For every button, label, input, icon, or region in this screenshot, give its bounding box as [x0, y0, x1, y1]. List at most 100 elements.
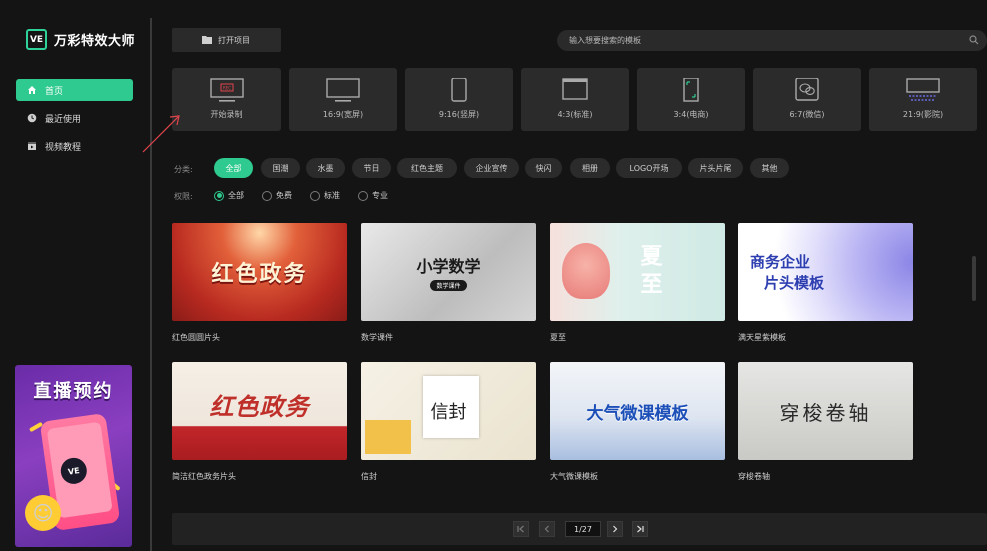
template-thumbnail: 商务企业 片头模板	[738, 223, 913, 321]
tile-label: 21:9(影院)	[902, 110, 944, 119]
sidebar-divider	[150, 18, 152, 551]
ratio-4-3-tile[interactable]: 4:3(标准)	[521, 68, 629, 131]
tile-label: 16:9(宽屏)	[322, 110, 364, 119]
sidebar-item-tutorials[interactable]: 视频教程	[16, 135, 133, 157]
category-chip-flash[interactable]: 快闪	[525, 158, 562, 178]
app-title: 万彩特效大师	[54, 34, 136, 49]
sidebar: VE 万彩特效大师 首页 最近使用 视频教程 直播预约 VE ☺	[0, 0, 150, 551]
category-chip-other[interactable]: 其他	[750, 158, 789, 178]
standard-screen-icon	[562, 78, 588, 100]
category-filter-label: 分类:	[174, 165, 193, 174]
lotus-illustration	[562, 243, 610, 299]
portrait-screen-icon	[451, 78, 467, 102]
app-logo: VE 万彩特效大师	[26, 29, 135, 50]
sidebar-item-label: 视频教程	[45, 142, 82, 153]
tile-label: 开始录制	[210, 110, 243, 119]
tile-label: 3:4(电商)	[673, 110, 709, 119]
template-title: 信封	[361, 472, 377, 481]
template-title: 夏至	[550, 333, 566, 342]
annotation-arrow	[142, 115, 180, 153]
template-title: 红色圆圆片头	[172, 333, 220, 342]
tile-label: 9:16(竖屏)	[438, 110, 480, 119]
category-chip-festival[interactable]: 节日	[352, 158, 391, 178]
template-search-input[interactable]: 输入想要搜索的模板	[557, 30, 987, 51]
video-tutorial-icon	[27, 141, 37, 151]
template-card[interactable]: 大气微课模板 大气微课模板	[550, 362, 725, 482]
home-icon	[27, 85, 37, 95]
template-thumbnail: 小学数学 数学课件	[361, 223, 536, 321]
promo-title: 直播预约	[33, 381, 114, 402]
template-card[interactable]: 小学数学 数学课件 数学课件	[361, 223, 536, 343]
pagination-bar: 1/27	[172, 513, 987, 545]
permission-radio-standard[interactable]: 标准	[310, 190, 340, 201]
template-card[interactable]: 红色政务 简洁红色政务片头	[172, 362, 347, 482]
ecommerce-screen-icon	[683, 78, 699, 102]
radio-selected-icon	[214, 190, 224, 201]
template-title: 穿梭卷轴	[738, 472, 770, 481]
open-project-button[interactable]: 打开项目	[172, 28, 281, 52]
first-page-icon	[517, 525, 524, 533]
envelope-illustration	[365, 420, 411, 454]
sidebar-item-label: 最近使用	[45, 114, 82, 125]
category-chip-all[interactable]: 全部	[214, 158, 253, 178]
first-page-button[interactable]	[513, 521, 529, 537]
ratio-21-9-tile[interactable]: 21:9(影院)	[869, 68, 977, 131]
open-project-label: 打开项目	[218, 35, 250, 45]
template-thumbnail: 夏至	[550, 223, 725, 321]
sidebar-nav: 首页 最近使用 视频教程	[16, 79, 133, 163]
prev-page-button[interactable]	[539, 521, 555, 537]
category-chip-red-theme[interactable]: 红色主题	[397, 158, 457, 178]
permission-radio-pro[interactable]: 专业	[358, 190, 388, 201]
category-chip-ink[interactable]: 水墨	[306, 158, 345, 178]
category-chip-logo-opening[interactable]: LOGO开场	[616, 158, 682, 178]
template-subtitle: 数学课件	[430, 280, 467, 291]
clock-icon	[27, 113, 37, 123]
last-page-button[interactable]	[632, 521, 648, 537]
ratio-6-7-tile[interactable]: 6:7(微信)	[753, 68, 861, 131]
page-indicator[interactable]: 1/27	[565, 521, 601, 537]
svg-text:REC: REC	[222, 86, 230, 91]
search-placeholder: 输入想要搜索的模板	[569, 36, 641, 45]
template-title: 满天星紫模板	[738, 333, 786, 342]
template-thumbnail: 穿梭卷轴	[738, 362, 913, 460]
radio-label: 标准	[324, 191, 340, 200]
ratio-16-9-tile[interactable]: 16:9(宽屏)	[289, 68, 397, 131]
permission-radio-all[interactable]: 全部	[214, 190, 244, 201]
template-thumbnail: 红色政务	[172, 223, 347, 321]
live-booking-banner[interactable]: 直播预约 VE ☺	[15, 365, 132, 547]
folder-icon	[202, 35, 212, 46]
template-title: 大气微课模板	[550, 472, 598, 481]
template-card[interactable]: 商务企业 片头模板 满天星紫模板	[738, 223, 913, 343]
template-thumbnail: 大气微课模板	[550, 362, 725, 460]
sidebar-item-recent[interactable]: 最近使用	[16, 107, 133, 129]
chevron-right-icon	[613, 525, 618, 533]
search-icon[interactable]	[969, 35, 979, 45]
tile-label: 6:7(微信)	[789, 110, 825, 119]
template-card[interactable]: 夏至 夏至	[550, 223, 725, 343]
template-card[interactable]: 红色政务 红色圆圆片头	[172, 223, 347, 343]
category-chip-corporate[interactable]: 企业宣传	[464, 158, 519, 178]
radio-label: 免费	[276, 191, 292, 200]
category-chip-guochao[interactable]: 国潮	[261, 158, 300, 178]
smiley-icon: ☺	[25, 495, 61, 531]
permission-radio-free[interactable]: 免费	[262, 190, 292, 201]
template-list-scrollbar[interactable]	[972, 256, 976, 301]
category-chip-intro-outro[interactable]: 片头片尾	[688, 158, 743, 178]
template-title: 简洁红色政务片头	[172, 472, 236, 481]
start-recording-tile[interactable]: REC 开始录制	[172, 68, 281, 131]
sidebar-item-home[interactable]: 首页	[16, 79, 133, 101]
ratio-9-16-tile[interactable]: 9:16(竖屏)	[405, 68, 513, 131]
template-card[interactable]: 信封 信封	[361, 362, 536, 482]
template-card[interactable]: 穿梭卷轴 穿梭卷轴	[738, 362, 913, 482]
radio-unselected-icon	[262, 190, 272, 201]
radio-label: 全部	[228, 191, 244, 200]
ratio-3-4-tile[interactable]: 3:4(电商)	[637, 68, 745, 131]
next-page-button[interactable]	[607, 521, 623, 537]
cinema-screen-icon	[906, 78, 940, 101]
logo-mark: VE	[26, 29, 47, 50]
permission-filter-label: 权限:	[174, 192, 193, 201]
wechat-icon	[795, 78, 819, 101]
radio-label: 专业	[372, 191, 388, 200]
category-chip-album[interactable]: 相册	[570, 158, 610, 178]
template-thumbnail: 信封	[361, 362, 536, 460]
